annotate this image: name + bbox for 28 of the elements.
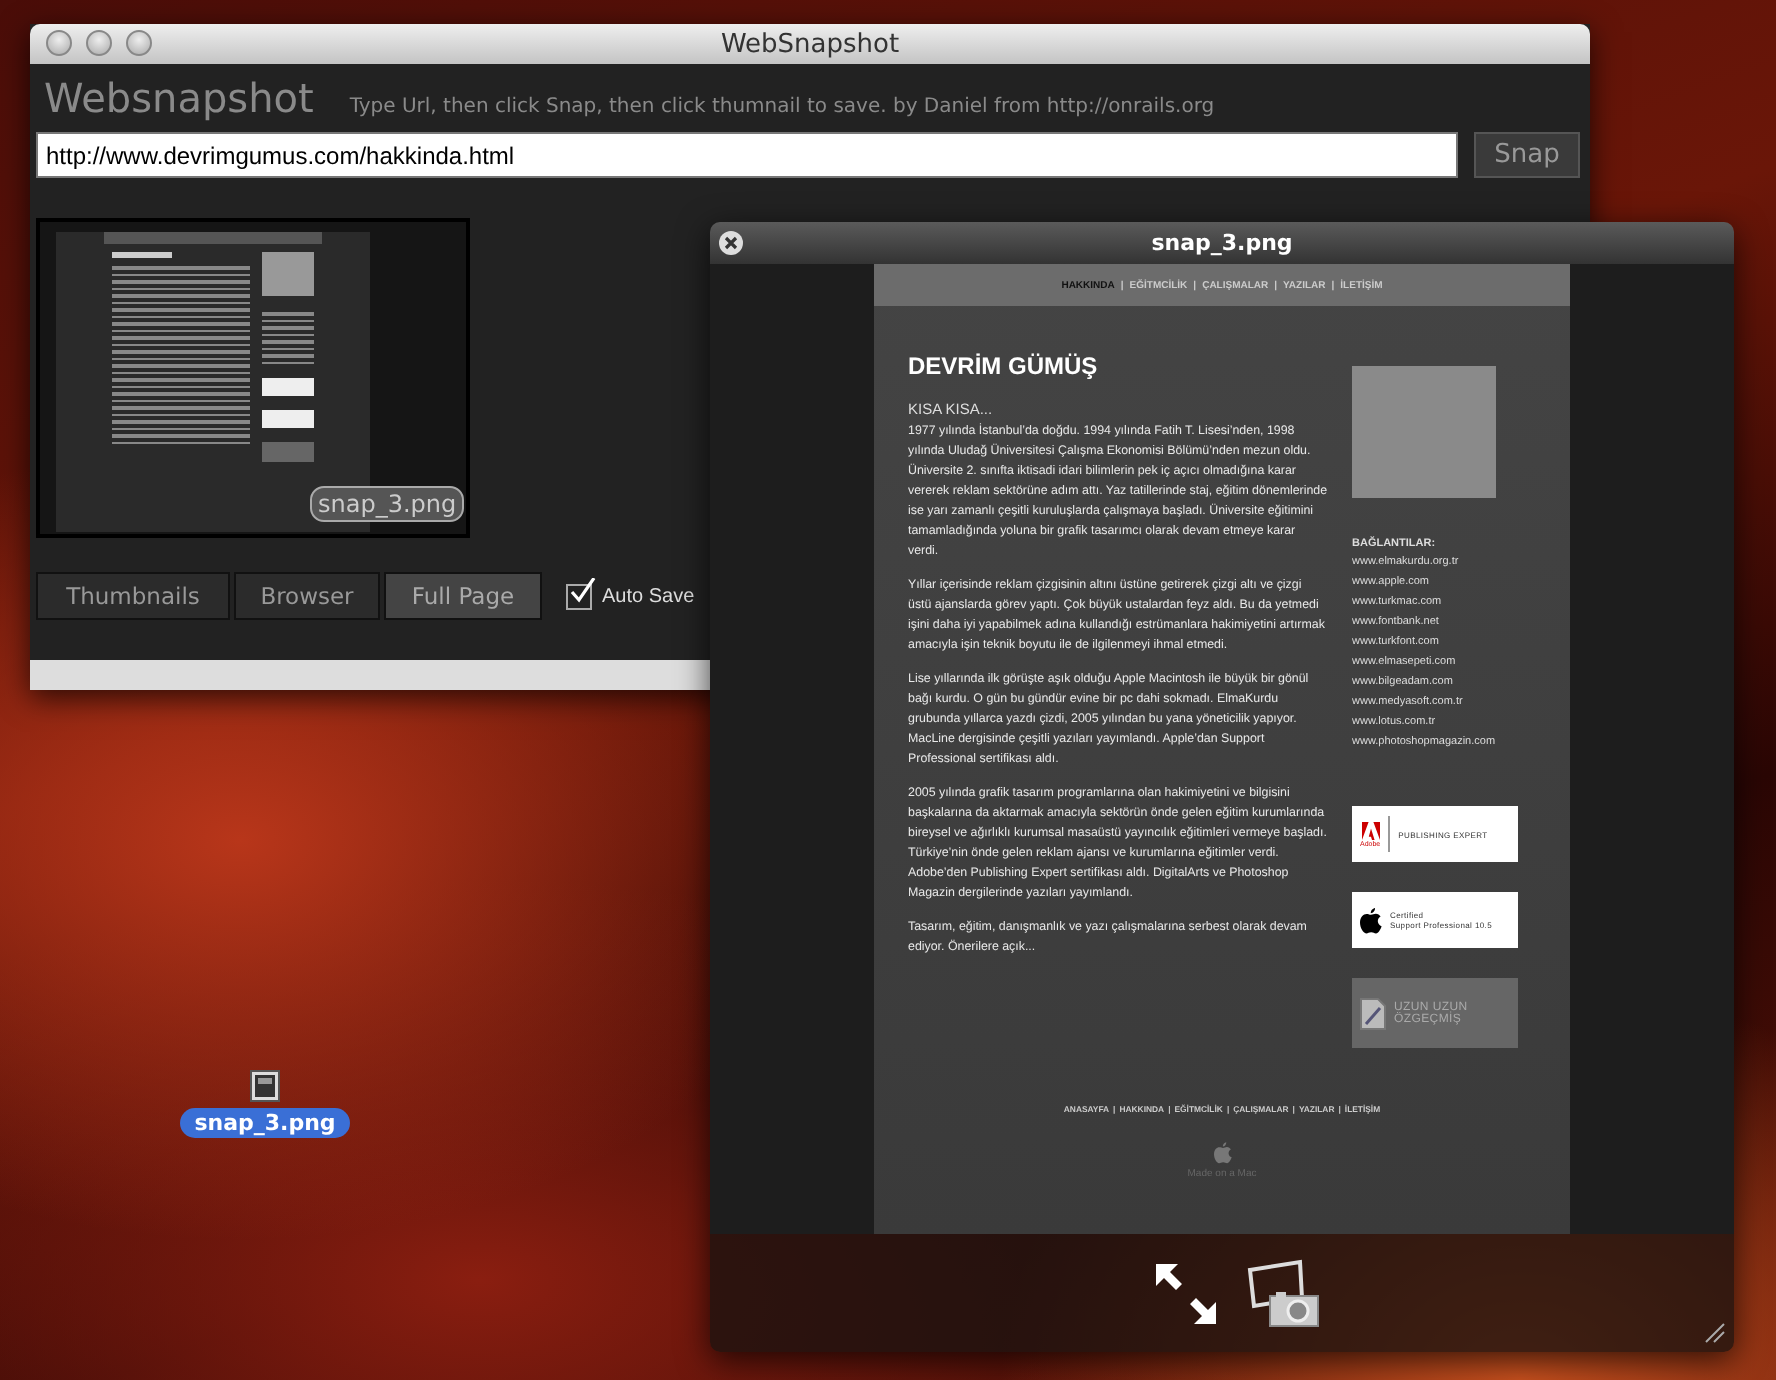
resize-grip-icon[interactable] [1704,1322,1726,1344]
auto-save-label: Auto Save [602,585,695,607]
window-title: snap_3.png [1151,230,1293,256]
window-title: WebSnapshot [720,29,900,59]
snap-button[interactable]: Snap [1474,132,1580,178]
close-button[interactable] [46,30,72,56]
image-file-icon[interactable] [250,1070,280,1102]
url-field[interactable]: http://www.devrimgumus.com/hakkinda.html [36,132,1458,178]
file-name-label: snap_3.png [310,486,465,522]
instructions-text: Type Url, then click Snap, then click thumnail to save. by Daniel from http://onrails.org [349,96,1215,118]
view-tab[interactable]: Browser [234,572,380,620]
minimize-button[interactable] [86,30,112,56]
logo-icon [1361,821,1380,839]
file-name-label[interactable]: snap_3.png [180,1108,350,1138]
fullscreen-icon[interactable] [1153,1261,1217,1325]
apple-icon [1360,907,1382,933]
view-tab[interactable]: Full Page [384,572,542,620]
thumbnail-frame[interactable]: snap_3.png [36,218,470,538]
page-heading: DEVRİM GÜMÜŞ [908,352,1100,380]
document-icon [1360,997,1386,1029]
photo-placeholder [1352,366,1496,498]
photo-camera-icon[interactable] [1245,1258,1319,1328]
close-icon[interactable] [718,230,744,256]
app-title: Websnapshot [44,74,314,122]
zoom-button[interactable] [126,30,152,56]
apple-icon [1213,1142,1231,1164]
view-tab[interactable]: Thumbnails [36,572,230,620]
auto-save-checkbox[interactable] [566,583,592,609]
